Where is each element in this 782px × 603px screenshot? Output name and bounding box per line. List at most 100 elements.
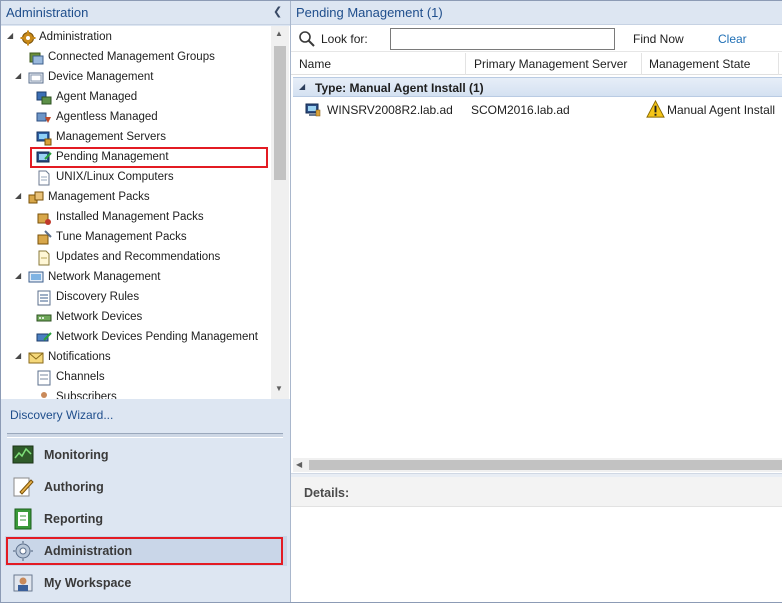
wunderbar-monitoring[interactable]: Monitoring (5, 440, 287, 470)
tree-item-network-devices[interactable]: Network Devices (1, 308, 271, 328)
tree-item-connected-management-groups[interactable]: Connected Management Groups (1, 48, 271, 68)
authoring-icon (13, 477, 34, 497)
collapse-pane-icon[interactable]: ❮ (273, 5, 285, 19)
tree-item-label: Installed Management Packs (56, 211, 204, 223)
wunderbar-label: Monitoring (44, 448, 109, 462)
wunderbar-label: My Workspace (44, 576, 132, 590)
tree-item-label: Connected Management Groups (48, 51, 215, 63)
column-header-management-state[interactable]: Management State (649, 57, 750, 71)
selection-highlight-box (30, 147, 268, 168)
collapse-arrow-icon[interactable]: ◢ (7, 31, 17, 43)
folder-icon (28, 72, 44, 84)
agent-icon (36, 91, 52, 105)
tree-item-network-management[interactable]: ◢ Network Management (1, 268, 271, 288)
tree-item-updates-and-recommendations[interactable]: Updates and Recommendations (1, 248, 271, 268)
find-now-button[interactable]: Find Now (633, 32, 684, 46)
cell-primary-management-server: SCOM2016.lab.ad (471, 103, 570, 117)
computer-icon (305, 103, 321, 117)
column-divider[interactable] (778, 53, 779, 75)
tree-item-agent-managed[interactable]: Agent Managed (1, 88, 271, 108)
document-icon (38, 170, 50, 186)
tree-item-unix-linux-computers[interactable]: UNIX/Linux Computers (1, 168, 271, 188)
navigation-pane: Administration ❮ ◢ Administration Connec… (1, 1, 291, 602)
collapse-arrow-icon[interactable]: ◢ (15, 191, 25, 203)
details-label: Details: (304, 486, 350, 500)
tune-icon (37, 230, 52, 245)
tree-item-label: Administration (39, 31, 112, 43)
scrollbar-thumb[interactable] (274, 46, 286, 180)
tree-item-subscribers[interactable]: Subscribers (1, 388, 271, 399)
tree-item-label: Discovery Rules (56, 291, 140, 303)
monitoring-icon (12, 445, 34, 464)
column-divider[interactable] (641, 53, 642, 75)
packages-icon (28, 191, 44, 204)
console-window: Administration ❮ ◢ Administration Connec… (0, 0, 782, 603)
scrollbar-thumb[interactable] (309, 460, 782, 470)
collapse-arrow-icon[interactable]: ◢ (15, 71, 25, 83)
subscribers-icon (41, 392, 47, 398)
column-header-primary-management-server[interactable]: Primary Management Server (474, 57, 627, 71)
wunderbar-reporting[interactable]: Reporting (5, 504, 287, 534)
wunderbar-authoring[interactable]: Authoring (5, 472, 287, 502)
discovery-wizard-link[interactable]: Discovery Wizard... (10, 408, 113, 422)
results-title: Pending Management (1) (296, 5, 443, 20)
column-divider[interactable] (465, 53, 466, 75)
tree-item-label: Network Devices Pending Management (56, 331, 258, 343)
selection-highlight-box (6, 537, 283, 565)
tree-item-label: Updates and Recommendations (56, 251, 221, 263)
table-row[interactable]: WINSRV2008R2.lab.ad SCOM2016.lab.ad Manu… (291, 99, 782, 121)
tree-item-label: UNIX/Linux Computers (56, 171, 174, 183)
cell-name: WINSRV2008R2.lab.ad (327, 103, 453, 117)
column-headers: Name Primary Management Server Managemen… (291, 53, 782, 75)
tree-item-tune-management-packs[interactable]: Tune Management Packs (1, 228, 271, 248)
results-header: Pending Management (1) (291, 1, 782, 25)
collapse-arrow-icon[interactable]: ◢ (15, 271, 25, 283)
wunderbar-my-workspace[interactable]: My Workspace (5, 568, 287, 598)
scroll-up-arrow-icon[interactable]: ▲ (275, 29, 283, 38)
group-header-row[interactable]: ◢ Type: Manual Agent Install (1) (293, 77, 782, 97)
tree-item-label: Subscribers (56, 391, 117, 399)
pane-splitter[interactable] (7, 433, 283, 438)
tree-item-notifications[interactable]: ◢ Notifications (1, 348, 271, 368)
scroll-down-arrow-icon[interactable]: ▼ (275, 384, 283, 393)
rules-icon (37, 290, 51, 306)
search-input[interactable] (390, 28, 615, 50)
tree-item-channels[interactable]: Channels (1, 368, 271, 388)
column-header-name[interactable]: Name (299, 57, 331, 71)
look-for-label: Look for: (321, 32, 368, 46)
tree-item-administration[interactable]: ◢ Administration (1, 28, 271, 48)
network-device-icon (36, 314, 52, 322)
tree-item-network-devices-pending-management[interactable]: Network Devices Pending Management (1, 328, 271, 348)
channels-icon (37, 370, 51, 386)
results-pane: Pending Management (1) Look for: Find No… (291, 1, 782, 602)
tree-item-device-management[interactable]: ◢ Device Management (1, 68, 271, 88)
wunderbar-label: Reporting (44, 512, 104, 526)
clear-button[interactable]: Clear (718, 32, 747, 46)
tree-item-installed-management-packs[interactable]: Installed Management Packs (1, 208, 271, 228)
results-horizontal-scrollbar[interactable]: ◀ (293, 458, 782, 472)
tree-item-label: Network Management (48, 271, 161, 283)
group-label: Type: Manual Agent Install (1) (315, 81, 484, 95)
tree-item-label: Device Management (48, 71, 154, 83)
collapse-arrow-icon[interactable]: ◢ (299, 82, 305, 91)
reporting-icon (14, 508, 32, 530)
package-icon (37, 213, 51, 225)
network-icon (28, 271, 44, 283)
workspace-icon (13, 574, 33, 592)
wunderbar-label: Authoring (44, 480, 104, 494)
tree-item-label: Management Packs (48, 191, 150, 203)
tree-item-label: Tune Management Packs (56, 231, 187, 243)
tree-item-management-servers[interactable]: Management Servers (1, 128, 271, 148)
tree-item-agentless-managed[interactable]: Agentless Managed (1, 108, 271, 128)
gear-icon (20, 30, 36, 46)
tree-item-discovery-rules[interactable]: Discovery Rules (1, 288, 271, 308)
agentless-icon (36, 112, 51, 123)
tree-item-label: Management Servers (56, 131, 166, 143)
document-icon (38, 250, 50, 266)
tree-vertical-scrollbar[interactable]: ▲ ▼ (271, 26, 289, 399)
collapse-arrow-icon[interactable]: ◢ (15, 351, 25, 363)
server-icon (36, 131, 52, 146)
scroll-left-arrow-icon[interactable]: ◀ (296, 460, 302, 469)
tree-item-management-packs[interactable]: ◢ Management Packs (1, 188, 271, 208)
tree-item-label: Channels (56, 371, 105, 383)
